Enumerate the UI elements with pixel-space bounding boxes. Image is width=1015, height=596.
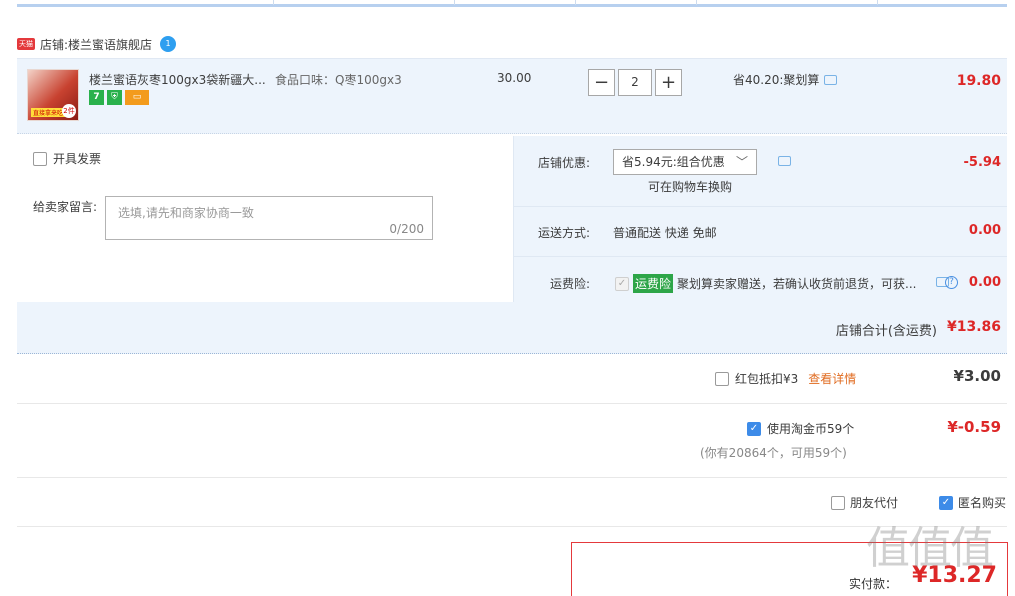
shop-name-link[interactable]: 楼兰蜜语旗舰店 [68, 36, 152, 53]
shop-discount-note: 可在购物车换购 [648, 180, 733, 194]
coins-label: 使用淘金币59个 [767, 422, 855, 436]
red-packet-row: 红包抵扣¥3 查看详情 ¥3.00 [17, 354, 1007, 404]
quantity-stepper: − 2 + [588, 69, 682, 96]
product-spec: 食品口味：Q枣100gx3 [275, 73, 402, 87]
quantity-input[interactable]: 2 [618, 69, 652, 96]
product-title-link[interactable]: 楼兰蜜语灰枣100gx3袋新疆大... [89, 71, 269, 88]
shop-discount-select[interactable]: 省5.94元:组合优惠 ﹀ [613, 149, 757, 175]
shipping-label: 运送方式: [538, 226, 591, 240]
shipping-amount: 0.00 [968, 223, 1001, 238]
row-divider [513, 206, 1007, 207]
red-packet-checkbox[interactable] [715, 371, 729, 386]
insurance-checkbox: ✓ [615, 276, 629, 291]
friend-pay-label: 朋友代付 [850, 496, 899, 510]
payment-label: 实付款： [848, 577, 897, 591]
column-tick [696, 0, 697, 5]
friend-pay-option[interactable]: 朋友代付 [831, 494, 898, 511]
order-options-panel: 开具发票 给卖家留言: 选填,请先和商家协商一致 0/200 店铺优惠: 省5.… [17, 136, 1007, 302]
shop-total-label: 店铺合计(含运费) [835, 324, 937, 339]
coins-value: ¥-0.59 [947, 418, 1001, 436]
card-icon[interactable]: ▭ [125, 90, 149, 105]
tmall-icon: 天猫 [17, 38, 35, 50]
shop-discount-label: 店铺优惠: [538, 156, 591, 170]
insurance-tag: 运费险 [633, 274, 674, 293]
service-icons: 7 ⛨ ▭ [89, 90, 149, 105]
thumbnail-tag: 直接拿来吃 [31, 108, 66, 117]
message-char-count: 0/200 [389, 222, 424, 236]
insurance-amount: 0.00 [968, 275, 1001, 290]
anonymous-checkbox[interactable]: ✓ [939, 495, 953, 510]
seller-message-input[interactable]: 选填,请先和商家协商一致 0/200 [105, 196, 433, 240]
coins-option[interactable]: ✓ 使用淘金币59个 [747, 420, 854, 437]
insurance-text: 聚划算卖家赠送，若确认收货前退货，可获... [677, 277, 917, 291]
red-packet-details-link[interactable]: 查看详情 [808, 370, 856, 387]
message-placeholder: 选填,请先和商家协商一致 [118, 206, 254, 220]
red-packet-option[interactable]: 红包抵扣¥3 查看详情 [715, 370, 856, 387]
item-discount: 省40.20:聚划算 [733, 71, 838, 88]
chevron-down-icon: ﹀ [735, 155, 748, 169]
header-divider [17, 4, 1007, 7]
discount-text: 省40.20:聚划算 [733, 73, 820, 87]
friend-pay-checkbox[interactable] [831, 495, 845, 510]
thumbnail-badge: 2件 [62, 104, 76, 118]
shop-total-row: 店铺合计(含运费) ¥13.86 [17, 302, 1007, 354]
red-packet-label: 红包抵扣¥3 [735, 372, 799, 386]
insurance-option: ✓ 运费险 聚划算卖家赠送，若确认收货前退货，可获... [615, 274, 916, 293]
quantity-minus-button[interactable]: − [588, 69, 615, 96]
red-packet-value: ¥3.00 [953, 367, 1001, 385]
shop-header: 天猫 店铺: 楼兰蜜语旗舰店 1 [17, 33, 177, 55]
anonymous-option[interactable]: ✓ 匿名购买 [939, 494, 1006, 511]
invoice-label: 开具发票 [53, 152, 102, 166]
seven-day-return-icon[interactable]: 7 [89, 90, 104, 105]
message-label: 给卖家留言: [33, 200, 98, 214]
shop-discount-value: 省5.94元:组合优惠 [622, 155, 725, 169]
column-divider [513, 136, 514, 302]
row-divider [513, 256, 1007, 257]
quantity-plus-button[interactable]: + [655, 69, 682, 96]
shop-total-value: ¥13.86 [946, 319, 1001, 335]
unit-price: 30.00 [497, 71, 532, 85]
help-icon[interactable]: ? [945, 276, 958, 289]
column-tick [877, 0, 878, 5]
invoice-checkbox[interactable] [33, 151, 47, 166]
coins-checkbox[interactable]: ✓ [747, 421, 761, 436]
column-tick [575, 0, 576, 5]
coins-row: ✓ 使用淘金币59个 (你有20864个，可用59个) ¥-0.59 [17, 404, 1007, 478]
column-tick [454, 0, 455, 5]
comment-icon[interactable] [824, 74, 838, 85]
anonymous-label: 匿名购买 [958, 496, 1007, 510]
column-tick [273, 0, 274, 5]
product-thumbnail[interactable]: 直接拿来吃 2件 [27, 69, 79, 121]
shop-discount-amount: -5.94 [963, 155, 1001, 170]
shipping-method: 普通配送 快递 免邮 [613, 226, 717, 240]
shop-prefix: 店铺: [40, 37, 69, 52]
coins-note: (你有20864个，可用59个) [700, 446, 847, 460]
shield-icon[interactable]: ⛨ [107, 90, 122, 105]
item-subtotal: 19.80 [956, 73, 1001, 89]
extras-row: 朋友代付 ✓ 匿名购买 [17, 478, 1007, 527]
watermark-logo: 值值值 [866, 523, 994, 574]
comment-icon[interactable] [778, 156, 791, 166]
insurance-label: 运费险: [550, 277, 591, 291]
order-item-row: 直接拿来吃 2件 楼兰蜜语灰枣100gx3袋新疆大... 7 ⛨ ▭ 食品口味：… [17, 58, 1007, 134]
wangwang-chat-icon[interactable]: 1 [160, 36, 177, 52]
invoice-option[interactable]: 开具发票 [33, 150, 101, 167]
order-options-left: 开具发票 给卖家留言: 选填,请先和商家协商一致 0/200 [17, 136, 513, 302]
